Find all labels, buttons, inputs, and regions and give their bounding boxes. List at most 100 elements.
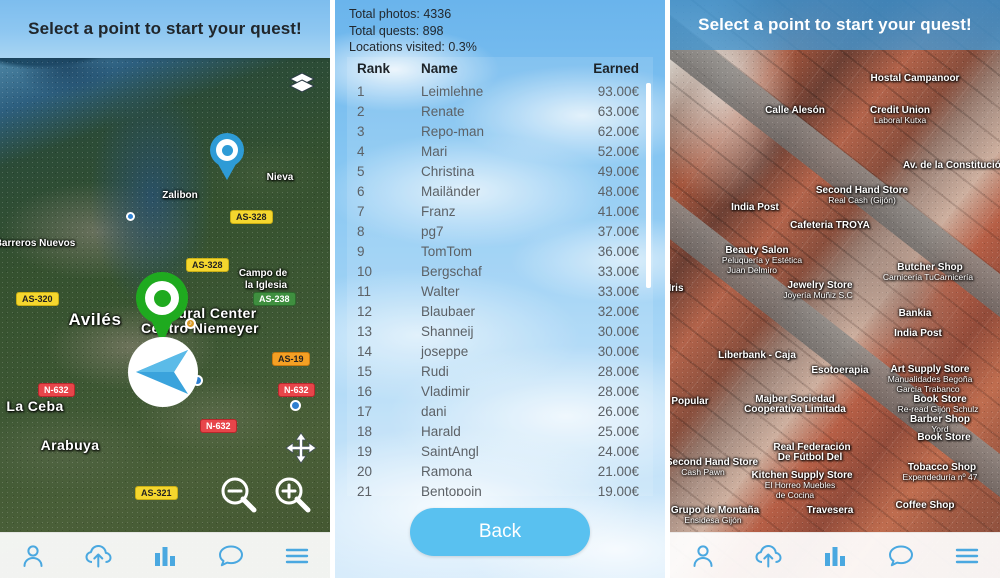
table-row[interactable]: 20 Ramona 21.00€ [347, 461, 653, 481]
total-quests-label: Total quests: 898 [349, 23, 444, 38]
map-zoom-in-button[interactable] [272, 474, 312, 519]
cell-rank: 21 [357, 483, 373, 497]
cell-rank: 19 [357, 443, 373, 459]
app-screenshot: Avilés La Ceba Arabuya Cultural Center Centr… [0, 0, 1000, 578]
cell-name: Mailänder [421, 183, 481, 199]
map-zoom-out-button[interactable] [218, 474, 258, 519]
nav-chat-button[interactable] [884, 541, 918, 571]
cell-name: joseppe [421, 343, 469, 359]
poi-marker[interactable] [290, 400, 301, 411]
table-row[interactable]: 12 Blaubaer 32.00€ [347, 301, 653, 321]
cell-earned: 24.00€ [597, 443, 639, 459]
page-title: Select a point to start your quest! [28, 19, 302, 38]
table-row[interactable]: 14 joseppe 30.00€ [347, 341, 653, 361]
table-row[interactable]: 18 Harald 25.00€ [347, 421, 653, 441]
table-row[interactable]: 10 Bergschaf 33.00€ [347, 261, 653, 281]
cell-earned: 33.00€ [597, 263, 639, 279]
leaderboard-header-row: Rank Name Earned [347, 57, 653, 79]
cell-name: Vladimir [421, 383, 470, 399]
right-map-panel: Hostal Campanoor Credit Union Laboral Kutx… [670, 0, 1000, 578]
map-marker-blue[interactable] [210, 133, 244, 180]
stats-summary: Total photos: 4336 Total quests: 898 Loc… [349, 6, 477, 56]
cell-rank: 1 [357, 83, 365, 99]
nav-upload-button[interactable] [82, 541, 116, 571]
column-header-name: Name [421, 60, 458, 76]
map-pan-button[interactable] [285, 432, 317, 469]
cell-rank: 6 [357, 183, 365, 199]
table-row[interactable]: 3 Repo-man 62.00€ [347, 121, 653, 141]
column-header-earned: Earned [593, 60, 639, 76]
table-row[interactable]: 21 Bentopoin 19.00€ [347, 481, 653, 497]
cell-rank: 10 [357, 263, 373, 279]
cell-earned: 52.00€ [597, 143, 639, 159]
back-button[interactable]: Back [410, 508, 590, 556]
leaderboard-scrollbar[interactable] [646, 83, 651, 288]
cell-rank: 2 [357, 103, 365, 119]
cell-earned: 33.00€ [597, 283, 639, 299]
poi-marker[interactable] [126, 212, 135, 221]
cell-name: Renate [421, 103, 465, 119]
map-layers-button[interactable] [288, 70, 316, 101]
table-row[interactable]: 1 Leimlehne 93.00€ [347, 81, 653, 101]
cell-rank: 17 [357, 403, 373, 419]
cell-rank: 7 [357, 203, 365, 219]
cell-earned: 48.00€ [597, 183, 639, 199]
cell-rank: 5 [357, 163, 365, 179]
cell-rank: 8 [357, 223, 365, 239]
cell-rank: 16 [357, 383, 373, 399]
leaderboard-panel: Total photos: 4336 Total quests: 898 Loc… [335, 0, 665, 578]
cell-earned: 32.00€ [597, 303, 639, 319]
leaderboard-table: Rank Name Earned 1 Leimlehne 93.00€ 2 Renate… [347, 57, 653, 496]
table-row[interactable]: 19 SaintAngl 24.00€ [347, 441, 653, 461]
nav-profile-button[interactable] [686, 541, 720, 571]
cell-name: Walter [421, 283, 460, 299]
cell-name: SaintAngl [421, 443, 479, 459]
cell-name: Bentopoin [421, 483, 482, 497]
nav-stats-button[interactable] [818, 541, 852, 571]
cell-earned: 36.00€ [597, 243, 639, 259]
cell-name: pg7 [421, 223, 444, 239]
cell-name: Christina [421, 163, 475, 179]
nav-menu-button[interactable] [950, 541, 984, 571]
cell-earned: 37.00€ [597, 223, 639, 239]
cell-earned: 41.00€ [597, 203, 639, 219]
nav-stats-button[interactable] [148, 541, 182, 571]
cell-name: Mari [421, 143, 448, 159]
page-title: Select a point to start your quest! [698, 15, 972, 34]
nav-chat-button[interactable] [214, 541, 248, 571]
table-row[interactable]: 11 Walter 33.00€ [347, 281, 653, 301]
map-marker-green-selected[interactable] [136, 272, 188, 344]
table-row[interactable]: 9 TomTom 36.00€ [347, 241, 653, 261]
right-header-banner: Select a point to start your quest! [670, 0, 1000, 50]
table-row[interactable]: 16 Vladimir 28.00€ [347, 381, 653, 401]
table-row[interactable]: 4 Mari 52.00€ [347, 141, 653, 161]
cell-earned: 30.00€ [597, 343, 639, 359]
left-map-panel: Avilés La Ceba Arabuya Cultural Center Centr… [0, 0, 330, 578]
map-texture-right [670, 0, 1000, 578]
cell-rank: 18 [357, 423, 373, 439]
table-row[interactable]: 8 pg7 37.00€ [347, 221, 653, 241]
leaderboard-rows[interactable]: 1 Leimlehne 93.00€ 2 Renate 63.00€ 3 Repo-man 62… [347, 81, 653, 497]
cell-rank: 20 [357, 463, 373, 479]
table-row[interactable]: 5 Christina 49.00€ [347, 161, 653, 181]
table-row[interactable]: 15 Rudi 28.00€ [347, 361, 653, 381]
cell-name: dani [421, 403, 447, 419]
table-row[interactable]: 7 Franz 41.00€ [347, 201, 653, 221]
table-row[interactable]: 13 Shanneij 30.00€ [347, 321, 653, 341]
cell-earned: 28.00€ [597, 363, 639, 379]
cell-rank: 13 [357, 323, 373, 339]
bottom-nav-right [670, 532, 1000, 578]
nav-menu-button[interactable] [280, 541, 314, 571]
cell-name: Bergschaf [421, 263, 482, 279]
cell-earned: 49.00€ [597, 163, 639, 179]
table-row[interactable]: 6 Mailänder 48.00€ [347, 181, 653, 201]
current-location-arrow[interactable] [128, 337, 198, 407]
nav-upload-button[interactable] [752, 541, 786, 571]
cell-rank: 15 [357, 363, 373, 379]
table-row[interactable]: 17 dani 26.00€ [347, 401, 653, 421]
cell-name: Blaubaer [421, 303, 476, 319]
cell-earned: 19.00€ [597, 483, 639, 497]
nav-profile-button[interactable] [16, 541, 50, 571]
cell-earned: 28.00€ [597, 383, 639, 399]
table-row[interactable]: 2 Renate 63.00€ [347, 101, 653, 121]
